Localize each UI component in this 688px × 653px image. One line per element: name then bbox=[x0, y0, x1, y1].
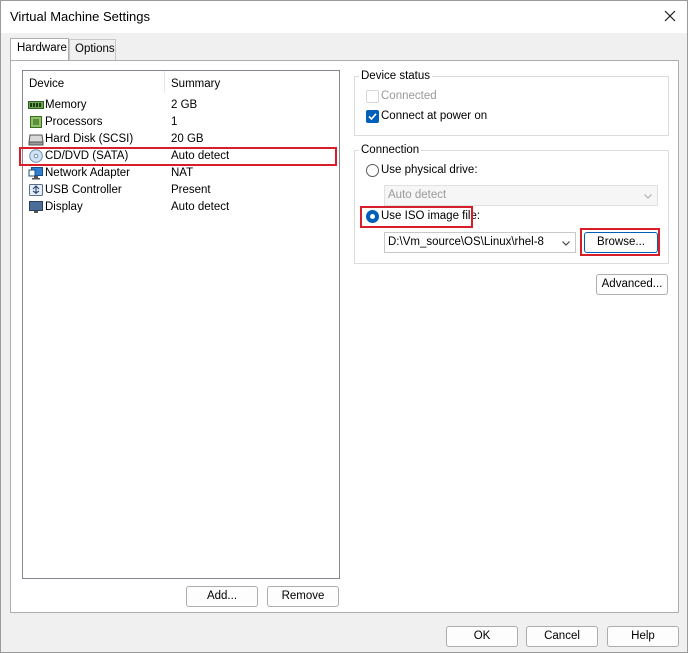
cancel-button-label: Cancel bbox=[544, 630, 580, 642]
browse-button[interactable]: Browse... bbox=[584, 232, 658, 253]
tab-hardware-label: Hardware bbox=[17, 42, 67, 54]
device-row-network-adapter[interactable]: Network Adapter NAT bbox=[23, 165, 339, 182]
device-summary: 2 GB bbox=[171, 99, 198, 111]
remove-button-label: Remove bbox=[281, 590, 325, 602]
close-icon bbox=[664, 10, 676, 22]
device-summary: Auto detect bbox=[171, 150, 230, 162]
device-row-usb-controller[interactable]: USB Controller Present bbox=[23, 182, 339, 199]
physical-drive-value: Auto detect bbox=[388, 189, 447, 201]
device-list-header: Device Summary bbox=[23, 71, 339, 97]
display-icon bbox=[29, 201, 43, 213]
hard-disk-icon bbox=[28, 134, 44, 146]
device-label: Processors bbox=[45, 116, 103, 128]
device-row-cd-dvd[interactable]: CD/DVD (SATA) Auto detect bbox=[23, 148, 339, 165]
ok-button[interactable]: OK bbox=[446, 626, 518, 647]
help-button-label: Help bbox=[631, 630, 655, 642]
device-row-hard-disk[interactable]: Hard Disk (SCSI) 20 GB bbox=[23, 131, 339, 148]
column-device-header[interactable]: Device bbox=[29, 78, 64, 90]
advanced-button-label: Advanced... bbox=[601, 278, 663, 290]
remove-device-button[interactable]: Remove bbox=[267, 586, 339, 607]
connection-title: Connection bbox=[359, 144, 422, 156]
cd-dvd-icon bbox=[29, 149, 43, 163]
use-physical-drive-label: Use physical drive: bbox=[381, 164, 478, 176]
device-list[interactable]: Device Summary Memory 2 GB Processors 1 … bbox=[19, 70, 340, 579]
device-row-processors[interactable]: Processors 1 bbox=[23, 114, 339, 131]
connected-checkbox[interactable] bbox=[366, 90, 379, 103]
add-device-button[interactable]: Add... bbox=[186, 586, 258, 607]
device-label: Memory bbox=[45, 99, 87, 111]
processor-icon bbox=[30, 116, 42, 128]
vm-settings-window: Virtual Machine Settings Hardware Option… bbox=[0, 0, 688, 653]
iso-path-value: D:\Vm_source\OS\Linux\rhel-8 bbox=[388, 236, 544, 248]
add-button-label: Add... bbox=[206, 590, 238, 602]
connect-at-power-on-checkbox[interactable] bbox=[366, 110, 379, 123]
column-summary-header[interactable]: Summary bbox=[171, 78, 220, 90]
help-button[interactable]: Help bbox=[607, 626, 679, 647]
device-summary: 1 bbox=[171, 116, 178, 128]
device-summary: Auto detect bbox=[171, 201, 230, 213]
tab-options[interactable]: Options bbox=[69, 39, 116, 60]
connect-at-power-on-label: Connect at power on bbox=[381, 110, 488, 122]
device-label: USB Controller bbox=[45, 184, 122, 196]
chevron-down-icon bbox=[644, 194, 652, 199]
tab-options-label: Options bbox=[75, 43, 115, 55]
column-separator[interactable] bbox=[164, 71, 165, 93]
usb-icon bbox=[29, 184, 43, 196]
hardware-tab-panel: Device Summary Memory 2 GB Processors 1 … bbox=[10, 60, 679, 613]
window-title: Virtual Machine Settings bbox=[10, 9, 150, 24]
advanced-button[interactable]: Advanced... bbox=[596, 274, 668, 295]
connected-label: Connected bbox=[381, 90, 437, 102]
device-summary: NAT bbox=[171, 167, 194, 179]
device-summary: Present bbox=[171, 184, 211, 196]
device-summary: 20 GB bbox=[171, 133, 204, 145]
title-bar: Virtual Machine Settings bbox=[1, 1, 687, 33]
device-status-group bbox=[354, 76, 669, 136]
checkmark-icon bbox=[368, 113, 377, 121]
network-adapter-icon bbox=[28, 167, 43, 180]
use-iso-image-radio[interactable] bbox=[366, 210, 379, 223]
device-label: CD/DVD (SATA) bbox=[45, 150, 129, 162]
use-physical-drive-radio[interactable] bbox=[366, 164, 379, 177]
device-label: Network Adapter bbox=[45, 167, 131, 179]
close-button[interactable] bbox=[653, 1, 687, 31]
physical-drive-select[interactable]: Auto detect bbox=[384, 185, 658, 206]
tab-hardware[interactable]: Hardware bbox=[10, 38, 69, 60]
device-status-title: Device status bbox=[359, 70, 433, 82]
device-label: Hard Disk (SCSI) bbox=[45, 133, 134, 145]
device-row-memory[interactable]: Memory 2 GB bbox=[23, 97, 339, 114]
browse-button-label: Browse... bbox=[597, 236, 645, 248]
ok-button-label: OK bbox=[473, 630, 491, 642]
iso-path-combobox[interactable]: D:\Vm_source\OS\Linux\rhel-8 bbox=[384, 232, 576, 253]
chevron-down-icon bbox=[560, 237, 572, 249]
device-label: Display bbox=[45, 201, 83, 213]
cancel-button[interactable]: Cancel bbox=[526, 626, 598, 647]
memory-icon bbox=[28, 101, 44, 109]
use-iso-image-label: Use ISO image file: bbox=[381, 210, 481, 222]
device-row-display[interactable]: Display Auto detect bbox=[23, 199, 339, 216]
